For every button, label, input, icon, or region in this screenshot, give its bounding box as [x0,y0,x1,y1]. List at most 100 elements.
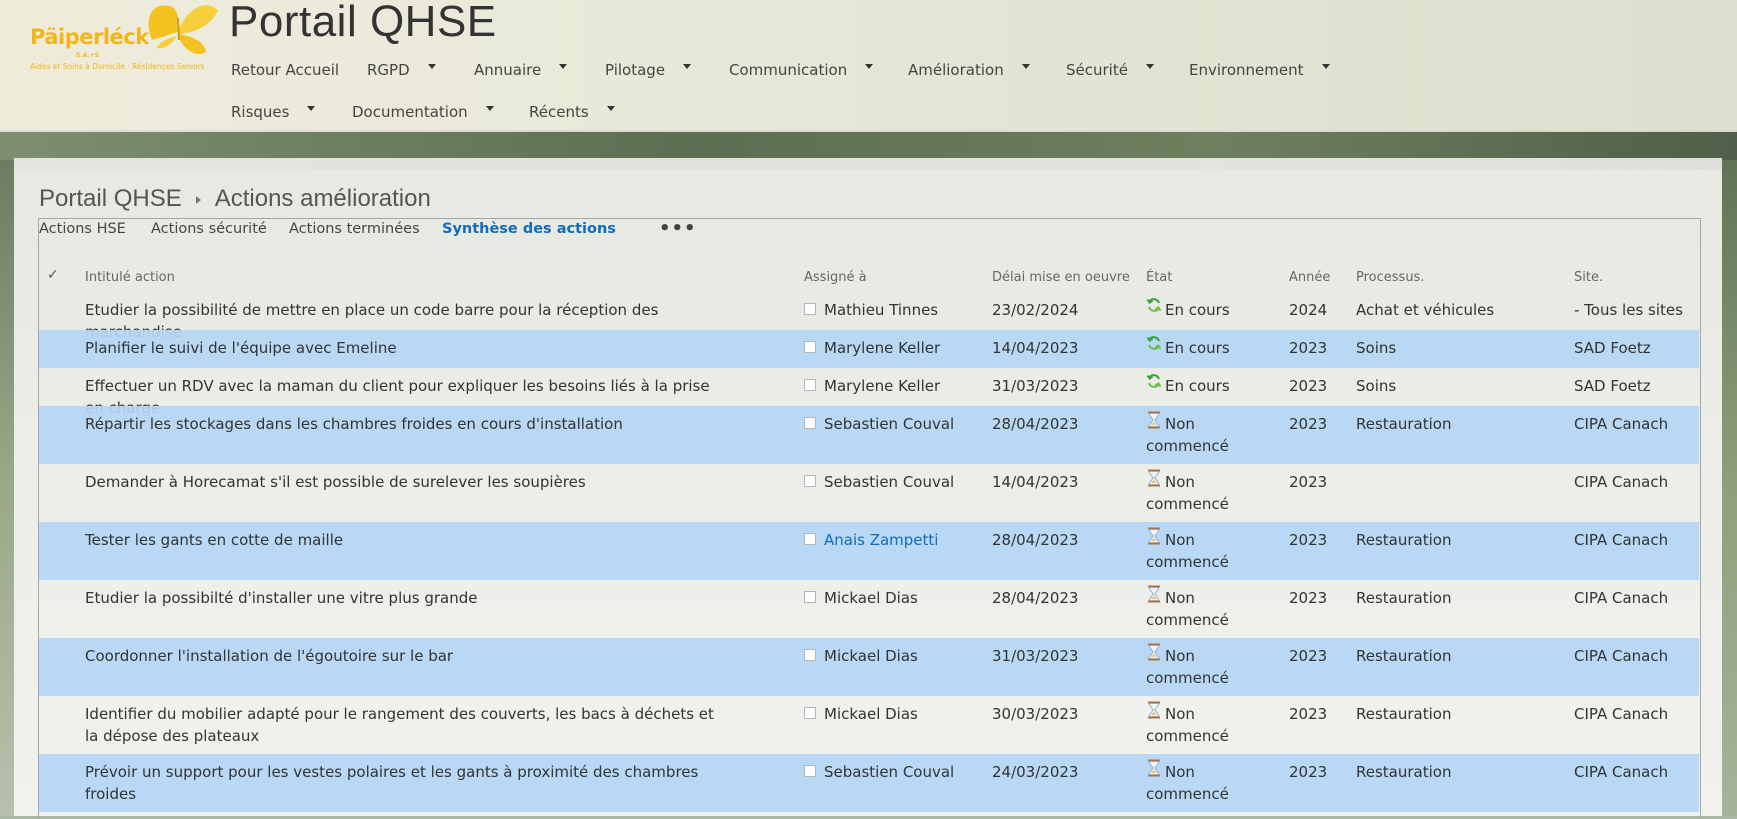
nav-label: Communication [729,61,848,79]
caret-down-icon[interactable] [1321,64,1330,69]
table-row[interactable]: Etudier la possibilté d'installer une vi… [39,580,1699,638]
view-actions-hse[interactable]: Actions HSE [39,221,126,237]
nav-environnement[interactable]: Environnement [1189,61,1330,79]
assigned-person[interactable]: Mickael Dias [804,705,918,723]
assigned-person-name[interactable]: Mathieu Tinnes [824,301,938,319]
caret-down-icon[interactable] [559,64,568,69]
presence-checkbox-icon [804,416,816,429]
nav-pilotage[interactable]: Pilotage [605,61,692,79]
assigned-person[interactable]: Marylene Keller [804,339,940,357]
site-cell: CIPA Canach [1574,531,1669,549]
view-synthese-des-actions[interactable]: Synthèse des actions [442,221,616,237]
nav-securite[interactable]: Sécurité [1066,61,1154,79]
caret-down-icon[interactable] [307,106,316,111]
table-row[interactable]: Demander à Horecamat s'il est possible d… [39,464,1699,522]
column-header-title[interactable]: Intitulé action [85,270,175,285]
presence-checkbox-icon [804,648,816,661]
column-header-year[interactable]: Année [1289,270,1330,285]
breadcrumb-root[interactable]: Portail QHSE [39,185,182,212]
refresh-icon [1146,297,1162,313]
action-title-link[interactable]: Coordonner l'installation de l'égoutoire… [85,645,725,667]
nav-amelioration[interactable]: Amélioration [908,61,1030,79]
assigned-person-name[interactable]: Sebastien Couval [824,415,954,433]
assigned-person-name[interactable]: Sebastien Couval [824,763,954,781]
action-title-link[interactable]: Répartir les stockages dans les chambres… [85,413,725,435]
action-title-link[interactable]: Tester les gants en cotte de maille [85,529,725,551]
hourglass-icon [1146,585,1162,603]
nav-annuaire[interactable]: Annuaire [474,61,568,79]
action-title-link[interactable]: Demander à Horecamat s'il est possible d… [85,471,725,493]
process-cell: Restauration [1356,589,1452,607]
nav-risques[interactable]: Risques [231,103,316,121]
assigned-person[interactable]: Sebastien Couval [804,415,954,433]
assigned-person[interactable]: Sebastien Couval [804,763,954,781]
action-title-link[interactable]: Identifier du mobilier adapté pour le ra… [85,703,725,747]
column-header-deadline[interactable]: Délai mise en oeuvre [992,270,1130,285]
state-cell: Non commencé [1146,701,1266,747]
view-actions-terminees[interactable]: Actions terminées [289,221,420,237]
assigned-person[interactable]: Mickael Dias [804,647,918,665]
caret-down-icon[interactable] [1021,64,1030,69]
process-cell: Achat et véhicules [1356,301,1495,319]
caret-down-icon[interactable] [485,106,494,111]
assigned-person-name[interactable]: Mickael Dias [824,705,918,723]
assigned-person-name[interactable]: Sebastien Couval [824,473,954,491]
assigned-person-name[interactable]: Mickael Dias [824,647,918,665]
nav-retour-accueil[interactable]: Retour Accueil [231,61,339,79]
column-header-site[interactable]: Site. [1574,270,1603,285]
action-title-link[interactable]: Prévoir un support pour les vestes polai… [85,761,725,805]
caret-down-icon[interactable] [865,64,874,69]
state-cell: Non commencé [1146,527,1266,573]
site-logo[interactable]: Päiperléck S.A.+S Aides et Soins à Domic… [14,0,218,78]
nav-rgpd[interactable]: RGPD [367,61,436,79]
assigned-person-name[interactable]: Anais Zampetti [824,531,938,549]
nav-documentation[interactable]: Documentation [352,103,494,121]
column-header-state[interactable]: État [1146,270,1172,285]
nav-label: Environnement [1189,61,1304,79]
butterfly-logo-icon [148,5,218,55]
deadline-cell: 23/02/2024 [992,301,1079,319]
assigned-person[interactable]: Mathieu Tinnes [804,301,938,319]
assigned-person-name[interactable]: Marylene Keller [824,377,940,395]
caret-down-icon[interactable] [683,64,692,69]
caret-down-icon[interactable] [427,64,436,69]
table-row[interactable]: Identifier du mobilier adapté pour le ra… [39,696,1699,754]
table-row[interactable]: Effectuer un RDV avec la maman du client… [39,368,1699,417]
assigned-person[interactable]: Anais Zampetti [804,531,938,549]
process-cell: Restauration [1356,763,1452,781]
caret-down-icon[interactable] [1145,64,1154,69]
table-row[interactable]: Etudier la possibilité de mettre en plac… [39,292,1699,341]
table-row[interactable]: Coordonner l'installation de l'égoutoire… [39,638,1699,696]
site-title[interactable]: Portail QHSE [229,0,497,47]
state-cell: Non commencé [1146,585,1266,631]
action-title-link[interactable]: Planifier le suivi de l'équipe avec Emel… [85,337,725,359]
nav-recents[interactable]: Récents [529,103,615,121]
assigned-person-name[interactable]: Marylene Keller [824,339,940,357]
nav-label: Documentation [352,103,468,121]
table-row[interactable]: Prévoir un support pour les vestes polai… [39,754,1699,812]
action-title-link[interactable]: Etudier la possibilté d'installer une vi… [85,587,725,609]
assigned-person[interactable]: Marylene Keller [804,377,940,395]
deadline-cell: 24/03/2023 [992,763,1079,781]
caret-down-icon[interactable] [606,106,615,111]
assigned-person[interactable]: Sebastien Couval [804,473,954,491]
state-cell: Non commencé [1146,759,1266,805]
select-all-checkmark-icon[interactable]: ✓ [47,267,59,283]
more-views-icon[interactable]: ••• [659,218,697,239]
presence-checkbox-icon [804,532,816,545]
table-row[interactable]: Planifier le suivi de l'équipe avec Emel… [39,330,1699,368]
nav-label: RGPD [367,61,410,79]
site-cell: CIPA Canach [1574,589,1669,607]
year-cell: 2023 [1289,377,1328,395]
column-header-process[interactable]: Processus. [1356,270,1424,285]
breadcrumb-current[interactable]: Actions amélioration [215,185,431,212]
column-header-assigned[interactable]: Assigné à [804,270,867,285]
assigned-person-name[interactable]: Mickael Dias [824,589,918,607]
table-row[interactable]: Répartir les stockages dans les chambres… [39,406,1699,464]
site-header: Päiperléck S.A.+S Aides et Soins à Domic… [0,0,1737,132]
table-header: ✓ Intitulé action Assigné à Délai mise e… [39,262,1699,292]
table-row[interactable]: Tester les gants en cotte de maille Anais… [39,522,1699,580]
nav-communication[interactable]: Communication [729,61,874,79]
assigned-person[interactable]: Mickael Dias [804,589,918,607]
view-actions-securite[interactable]: Actions sécurité [151,221,267,237]
